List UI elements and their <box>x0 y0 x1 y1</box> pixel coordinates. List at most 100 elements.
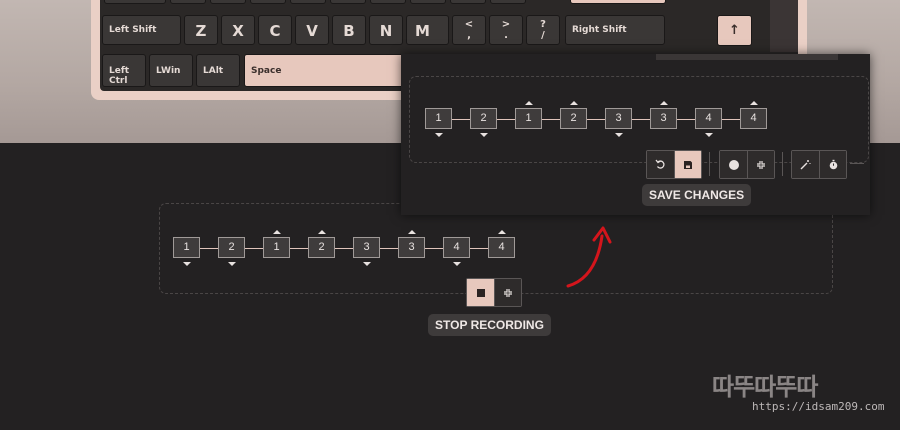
key-down-indicator-icon <box>479 133 488 137</box>
key-x: X <box>221 15 255 45</box>
watermark-url: https://idsam209.com <box>752 400 885 413</box>
key-partial <box>170 0 206 4</box>
save-changes-tooltip: SAVE CHANGES <box>642 184 752 206</box>
macro-step-key[interactable]: 2 <box>560 108 587 129</box>
key-down-indicator-icon <box>182 262 191 266</box>
key-period: > . <box>489 15 523 45</box>
stop-square-icon <box>476 288 485 297</box>
key-label-bottom: / <box>541 30 545 41</box>
stop-recording-tooltip: STOP RECORDING <box>428 314 551 336</box>
key-label-top: < <box>464 19 474 30</box>
macro-step-key[interactable]: 1 <box>515 108 542 129</box>
key-label: Right Shift <box>572 25 627 35</box>
key-down-indicator-icon <box>614 133 623 137</box>
key-label: Left Shift <box>109 25 157 35</box>
edit-toolbar-middle <box>719 150 775 179</box>
key-label-top: > <box>501 19 511 30</box>
key-label: M <box>415 22 430 40</box>
key-up-indicator-icon <box>749 101 758 105</box>
keyboard-dark-area <box>770 0 798 52</box>
undo-button[interactable] <box>647 151 674 178</box>
key-b: B <box>332 15 366 45</box>
key-label: B <box>343 22 355 40</box>
key-left-shift: Left Shift <box>102 15 181 45</box>
toolbar-divider-tail <box>850 163 864 164</box>
save-button[interactable] <box>674 151 701 178</box>
key-up-indicator-icon <box>497 230 506 234</box>
shrink-button[interactable] <box>747 151 774 178</box>
macro-step-key[interactable]: 4 <box>488 237 515 258</box>
key-partial <box>250 0 286 4</box>
key-label-bottom: . <box>504 30 508 41</box>
magic-wand-icon <box>800 160 811 170</box>
stopwatch-icon <box>829 159 837 170</box>
key-partial <box>490 0 526 4</box>
shrink-arrows-icon <box>757 160 765 169</box>
key-up-indicator-icon <box>524 101 533 105</box>
panel-top-edge <box>656 54 838 60</box>
key-up-indicator-icon <box>569 101 578 105</box>
magic-wand-button[interactable] <box>792 151 819 178</box>
macro-step-key[interactable]: 1 <box>173 237 200 258</box>
macro-step-key[interactable]: 2 <box>470 108 497 129</box>
key-partial <box>330 0 366 4</box>
key-down-indicator-icon <box>452 262 461 266</box>
record-icon <box>728 159 739 170</box>
key-v: V <box>295 15 329 45</box>
save-icon <box>684 160 692 169</box>
key-up-indicator-icon <box>407 230 416 234</box>
macro-step-key[interactable]: 2 <box>308 237 335 258</box>
watermark-logo: 따뚜따뚜따 <box>712 373 818 401</box>
key-label-top: ? <box>540 19 546 30</box>
key-up-indicator-icon <box>272 230 281 234</box>
shrink-arrows-icon <box>504 288 512 297</box>
key-enter-partial <box>570 0 666 4</box>
key-label: Left Ctrl <box>109 66 130 86</box>
key-up-indicator-icon <box>659 101 668 105</box>
record-button[interactable] <box>720 151 747 178</box>
key-label-bottom: , <box>467 30 471 41</box>
key-label: X <box>232 22 244 40</box>
macro-step-key[interactable]: 3 <box>353 237 380 258</box>
key-partial <box>104 0 166 4</box>
macro-step-key[interactable]: 3 <box>398 237 425 258</box>
toolbar-divider <box>782 152 783 176</box>
key-up-arrow: ↑ <box>717 15 752 46</box>
macro-step-key[interactable]: 2 <box>218 237 245 258</box>
key-label: LWin <box>156 66 181 76</box>
key-label: Space <box>251 66 282 76</box>
stop-recording-button[interactable] <box>467 279 494 306</box>
key-partial <box>410 0 446 4</box>
macro-step-key[interactable]: 3 <box>605 108 632 129</box>
key-label: LAlt <box>203 66 224 76</box>
recording-toolbar <box>466 278 522 307</box>
key-partial <box>450 0 486 4</box>
stopwatch-button[interactable] <box>819 151 846 178</box>
key-label: N <box>379 22 393 40</box>
shrink-button[interactable] <box>494 279 521 306</box>
key-down-indicator-icon <box>704 133 713 137</box>
red-arrow-annotation <box>566 226 612 288</box>
macro-step-key[interactable]: 1 <box>263 237 290 258</box>
key-partial <box>290 0 326 4</box>
key-down-indicator-icon <box>434 133 443 137</box>
key-comma: < , <box>452 15 486 45</box>
key-partial <box>370 0 406 4</box>
macro-step-key[interactable]: 1 <box>425 108 452 129</box>
key-slash: ? / <box>526 15 560 45</box>
key-right-shift: Right Shift <box>565 15 665 45</box>
macro-step-key[interactable]: 4 <box>695 108 722 129</box>
macro-step-key[interactable]: 4 <box>443 237 470 258</box>
toolbar-divider <box>709 152 710 176</box>
key-down-indicator-icon <box>362 262 371 266</box>
key-z: Z <box>184 15 218 45</box>
edit-toolbar-left <box>646 150 702 179</box>
macro-step-key[interactable]: 4 <box>740 108 767 129</box>
key-lwin: LWin <box>149 54 193 87</box>
key-n: N <box>369 15 403 45</box>
key-c: C <box>258 15 292 45</box>
key-m: M <box>406 15 449 45</box>
key-label: C <box>269 22 281 40</box>
macro-step-key[interactable]: 3 <box>650 108 677 129</box>
key-left-ctrl: Left Ctrl <box>102 54 146 87</box>
